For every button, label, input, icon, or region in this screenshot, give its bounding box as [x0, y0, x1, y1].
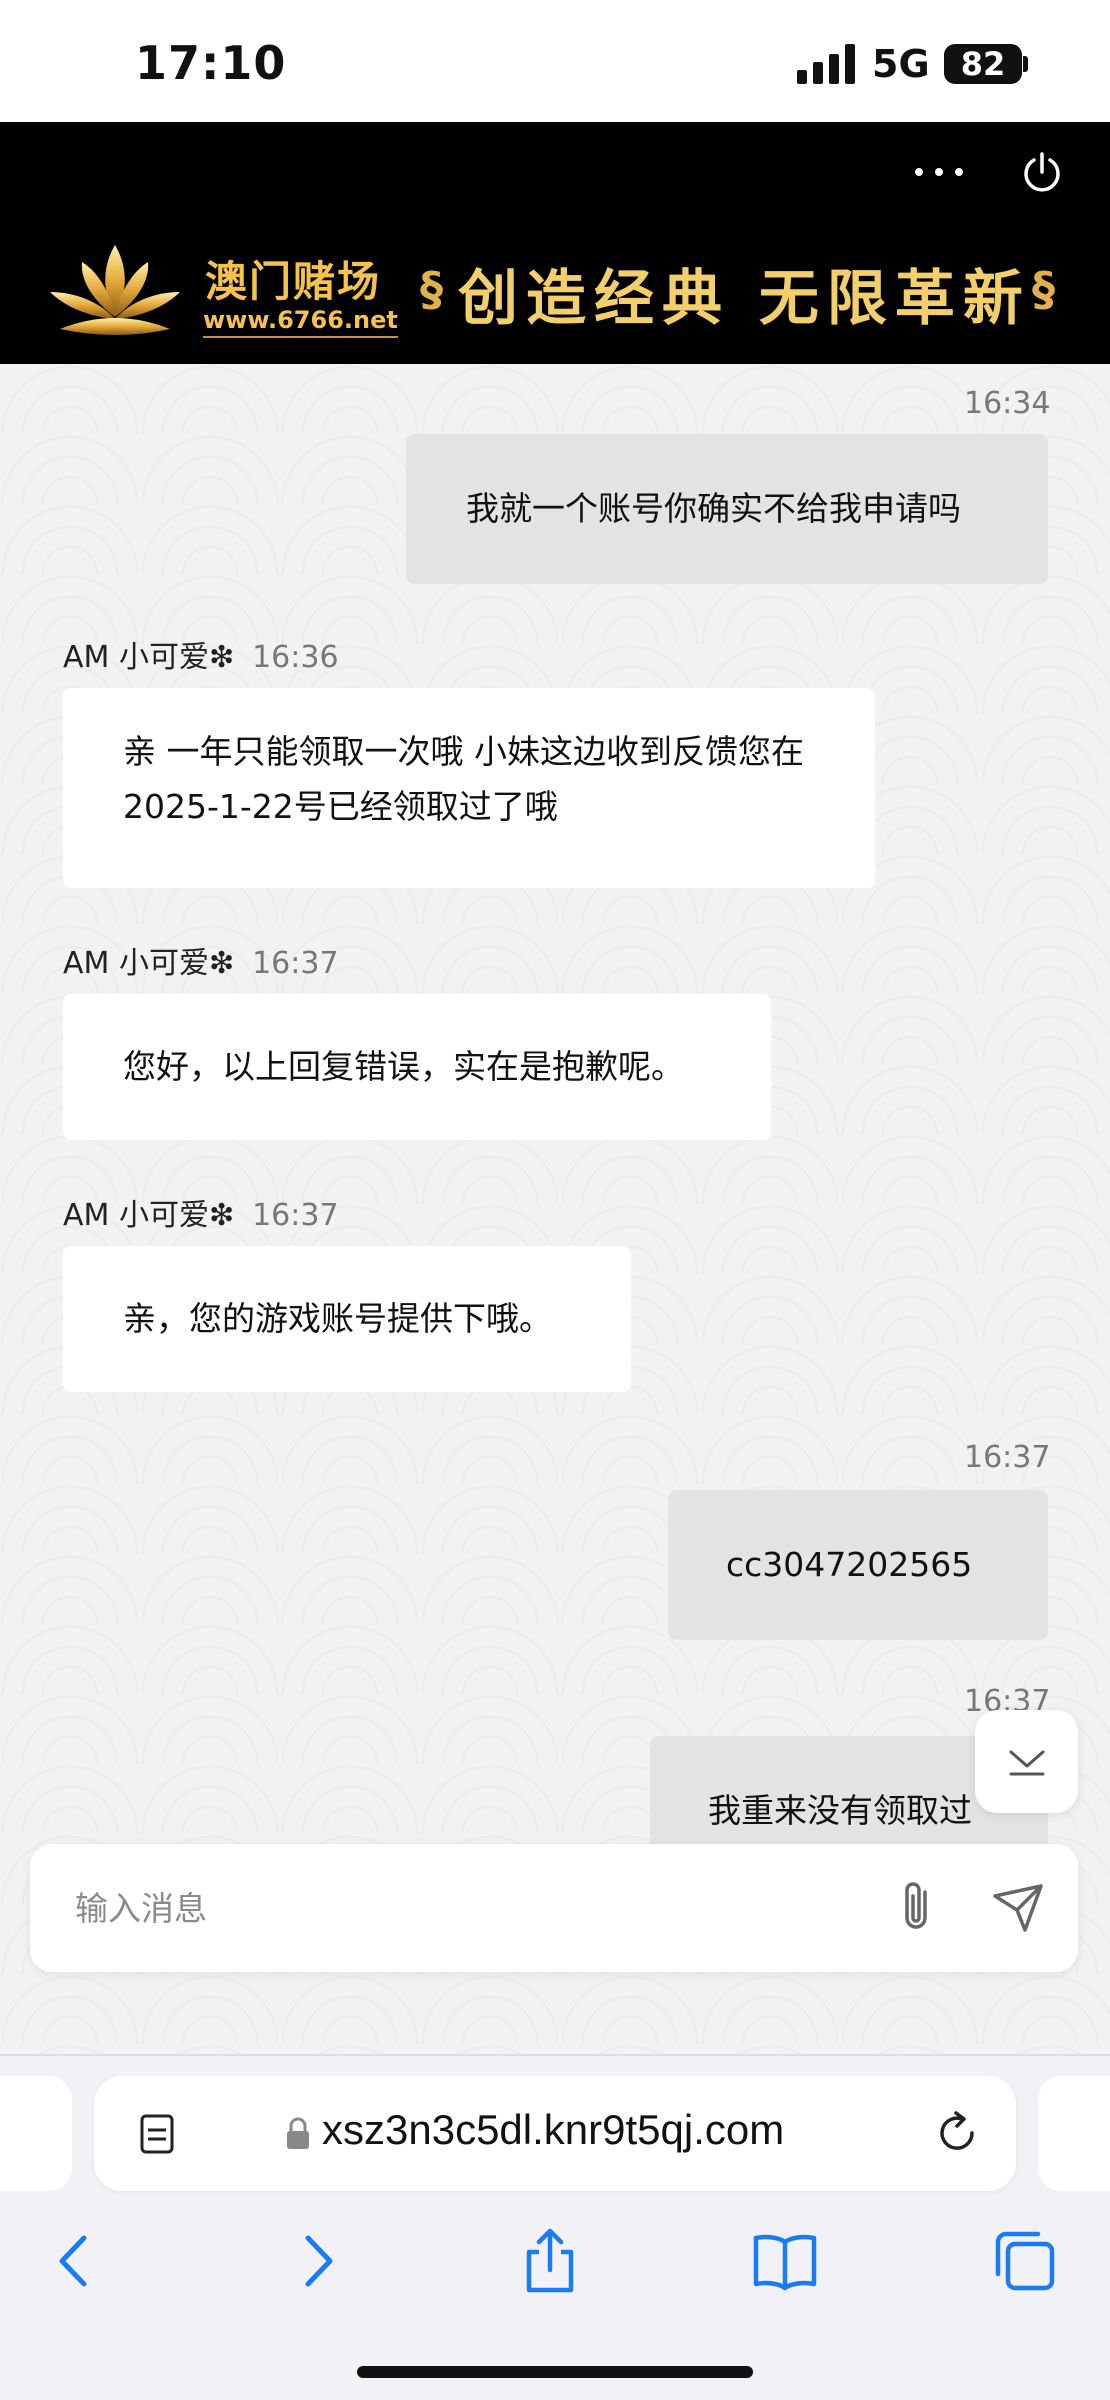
message-sender-row: AM 小可爱❇ 16:36	[63, 632, 339, 676]
share-icon[interactable]	[515, 2226, 585, 2296]
lotus-logo-icon	[50, 245, 180, 335]
message-time: 16:37	[964, 1440, 1051, 1475]
message-time: 16:37	[252, 946, 339, 981]
address-bar[interactable]: xsz3n3c5dl.knr9t5qj.com	[94, 2076, 1016, 2191]
page-menu-icon[interactable]	[134, 2110, 182, 2158]
brand-slogan: 创造经典 无限革新	[458, 264, 1031, 334]
message-sender-row: AM 小可爱❇ 16:37	[63, 1190, 339, 1234]
status-time: 17:10	[135, 36, 287, 90]
chat-messages[interactable]: 16:34 我就一个账号你确实不给我申请吗 AM 小可爱❇ 16:36 亲 一年只…	[0, 364, 1110, 2054]
message-bubble-outgoing[interactable]: cc3047202565	[668, 1490, 1048, 1640]
message-text: 亲，您的游戏账号提供下哦。	[123, 1299, 552, 1338]
network-type: 5G	[872, 42, 930, 86]
message-input[interactable]	[75, 1884, 855, 1932]
paperclip-icon[interactable]	[885, 1874, 951, 1940]
sender-name: AM 小可爱❇	[63, 946, 235, 981]
message-text: 我就一个账号你确实不给我申请吗	[466, 489, 961, 528]
message-bubble-incoming[interactable]: 亲，您的游戏账号提供下哦。	[63, 1246, 631, 1392]
forward-icon[interactable]	[282, 2226, 352, 2296]
message-bubble-incoming[interactable]: 您好，以上回复错误，实在是抱歉呢。	[63, 994, 771, 1140]
power-icon[interactable]	[1020, 150, 1064, 194]
sender-name: AM 小可爱❇	[63, 1198, 235, 1233]
message-composer	[30, 1844, 1078, 1972]
message-bubble-incoming[interactable]: 亲 一年只能领取一次哦 小妹这边收到反馈您在 2025-1-22号已经领取过了哦	[63, 688, 875, 888]
tabs-icon[interactable]	[990, 2226, 1060, 2296]
previous-tab-preview[interactable]	[0, 2076, 72, 2191]
brand-title: 澳门赌场	[205, 257, 382, 306]
chat-header-banner: 澳门赌场 www.6766.net § 创造经典 无限革新 §	[0, 122, 1110, 364]
brand-url: www.6766.net	[203, 306, 398, 338]
message-time: 16:37	[252, 1198, 339, 1233]
chevron-down-icon	[1009, 1750, 1045, 1776]
cellular-signal-icon	[797, 44, 859, 84]
send-icon[interactable]	[985, 1874, 1051, 1940]
home-indicator[interactable]	[357, 2366, 753, 2378]
more-menu-icon[interactable]	[915, 162, 965, 182]
battery-icon: 82	[944, 44, 1022, 84]
reload-icon[interactable]	[932, 2108, 982, 2158]
battery-cap	[1023, 56, 1028, 72]
sender-name: AM 小可爱❇	[63, 640, 235, 675]
bookmarks-icon[interactable]	[750, 2226, 820, 2296]
lock-icon	[287, 2117, 309, 2149]
message-text: 亲 一年只能领取一次哦 小妹这边收到反馈您在 2025-1-22号已经领取过了哦	[123, 732, 804, 826]
message-time: 16:34	[964, 386, 1051, 421]
message-text: 我重来没有领取过	[708, 1791, 972, 1830]
message-bubble-outgoing[interactable]: 我就一个账号你确实不给我申请吗	[406, 434, 1048, 584]
ornament-left-icon: §	[420, 262, 443, 316]
ornament-right-icon: §	[1032, 262, 1055, 316]
browser-toolbar: xsz3n3c5dl.knr9t5qj.com	[0, 2054, 1110, 2400]
message-time: 16:36	[252, 640, 339, 675]
message-sender-row: AM 小可爱❇ 16:37	[63, 938, 339, 982]
message-text: cc3047202565	[726, 1545, 973, 1584]
scroll-to-bottom-button[interactable]	[975, 1710, 1078, 1813]
url-text[interactable]: xsz3n3c5dl.knr9t5qj.com	[322, 2106, 784, 2154]
back-icon[interactable]	[40, 2226, 110, 2296]
message-text: 您好，以上回复错误，实在是抱歉呢。	[123, 1047, 684, 1086]
next-tab-preview[interactable]	[1038, 2076, 1110, 2191]
status-bar: 17:10 5G 82	[0, 0, 1110, 122]
